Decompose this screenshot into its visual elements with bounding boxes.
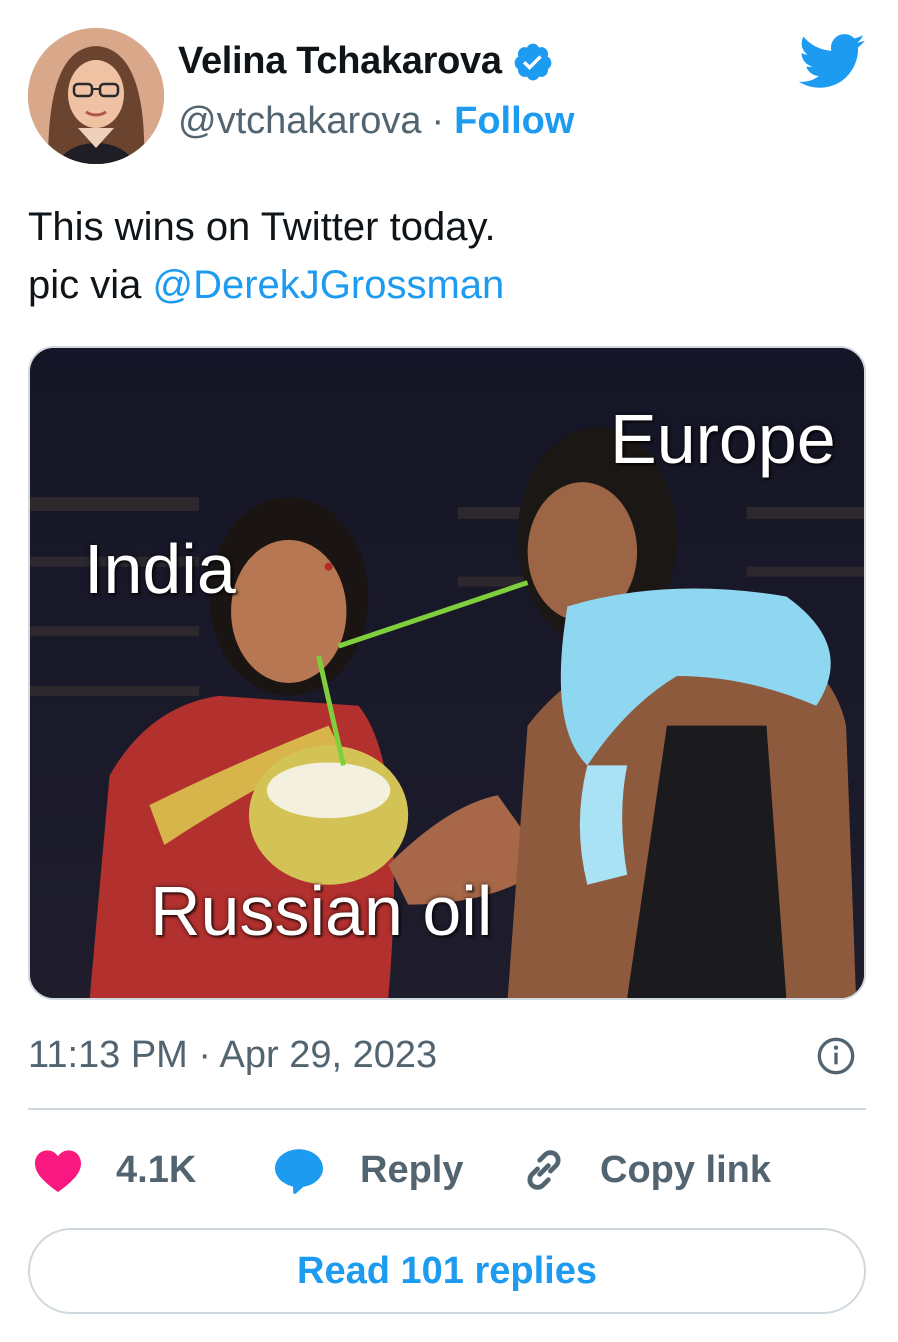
link-icon	[527, 1150, 561, 1190]
follow-button[interactable]: Follow	[454, 100, 574, 143]
meme-label-europe: Europe	[610, 400, 836, 478]
tweet-line-2-prefix: pic via	[28, 263, 153, 307]
reply-bubble-icon	[275, 1149, 323, 1194]
tweet-line-1: This wins on Twitter today.	[28, 205, 496, 249]
copy-link-button[interactable]: Copy link	[518, 1140, 771, 1200]
heart-icon	[35, 1150, 81, 1193]
tweet-line-2: pic via @DerekJGrossman	[28, 256, 504, 314]
divider	[28, 1108, 866, 1110]
author-handle[interactable]: @vtchakarova	[178, 100, 421, 143]
avatar-image	[28, 28, 164, 164]
like-count: 4.1K	[116, 1148, 197, 1191]
action-bar: 4.1K Reply Copy link	[28, 1140, 866, 1200]
author-name-row: Velina Tchakarova	[178, 40, 554, 83]
like-button[interactable]: 4.1K	[32, 1140, 196, 1200]
author-name[interactable]: Velina Tchakarova	[178, 40, 502, 83]
tweet-media[interactable]: Europe India Russian oil	[28, 346, 866, 1000]
copy-link-label: Copy link	[600, 1148, 772, 1191]
reply-label: Reply	[360, 1148, 464, 1191]
info-icon[interactable]	[816, 1036, 856, 1076]
tweet-body: This wins on Twitter today. pic via @Der…	[28, 198, 504, 314]
timestamp-row: 11:13 PM · Apr 29, 2023	[28, 1030, 866, 1080]
author-handle-row: @vtchakarova · Follow	[178, 100, 574, 143]
twitter-bird-icon[interactable]	[796, 32, 866, 90]
separator-dot: ·	[431, 100, 445, 142]
tweet-header: Velina Tchakarova @vtchakarova · Follow	[0, 0, 898, 170]
verified-badge-icon	[514, 43, 552, 80]
tweet-timestamp[interactable]: 11:13 PM · Apr 29, 2023	[28, 1034, 437, 1077]
avatar[interactable]	[28, 28, 164, 164]
meme-label-russian-oil: Russian oil	[150, 872, 493, 950]
read-replies-button[interactable]: Read 101 replies	[28, 1228, 866, 1314]
meme-label-india: India	[84, 530, 236, 608]
mention-link[interactable]: @DerekJGrossman	[153, 263, 505, 307]
reply-button[interactable]: Reply	[272, 1140, 463, 1200]
